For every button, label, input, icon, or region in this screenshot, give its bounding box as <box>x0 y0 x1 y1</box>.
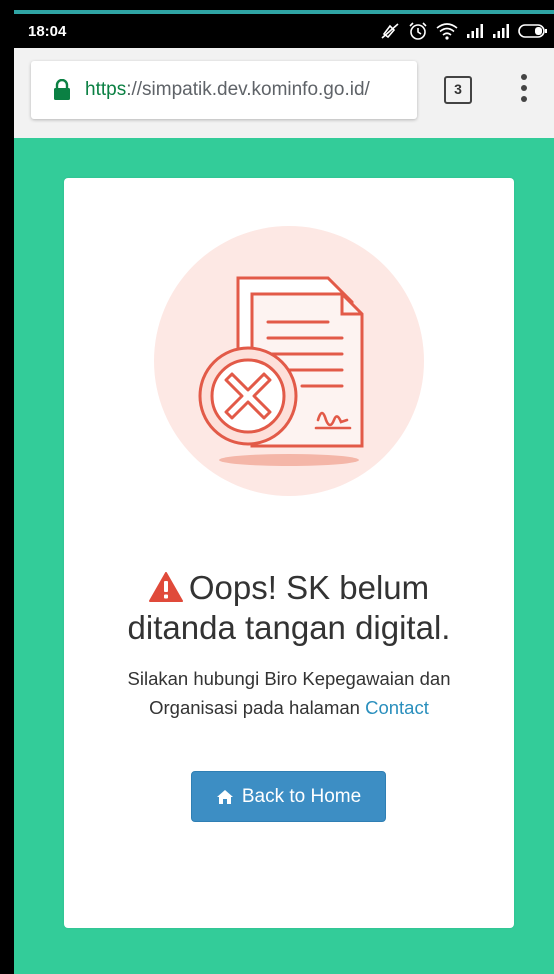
menu-dot-icon <box>521 96 527 102</box>
tab-switcher-button[interactable]: 3 <box>444 76 472 104</box>
status-bar: 18:04 <box>14 14 554 48</box>
url-host: ://simpatik.dev.kominfo.go.id/ <box>126 79 370 100</box>
address-bar[interactable]: https://simpatik.dev.kominfo.go.id/ <box>31 61 417 119</box>
back-to-home-button[interactable]: Back to Home <box>191 771 386 822</box>
phone-screen: 18:04 https://simpatik.dev.kominfo.go.id… <box>14 14 554 974</box>
menu-dot-icon <box>521 74 527 80</box>
error-message: Silakan hubungi Biro Kepegawaian dan Org… <box>84 664 494 722</box>
url-scheme: https <box>85 79 127 100</box>
signal-icon <box>467 24 483 38</box>
lock-icon <box>54 79 70 100</box>
battery-icon <box>518 24 547 38</box>
warning-icon <box>148 572 183 602</box>
error-headline: Oops! SK belum ditanda tangan digital. <box>64 568 514 648</box>
unsigned-document-illustration <box>154 226 424 496</box>
menu-dot-icon <box>521 85 527 91</box>
headline-line-1: Oops! SK belum <box>188 569 430 606</box>
screen-top-border <box>0 0 554 14</box>
status-time: 18:04 <box>28 23 67 40</box>
alarm-icon <box>409 22 427 40</box>
browser-toolbar: https://simpatik.dev.kominfo.go.id/ 3 <box>14 48 554 138</box>
mute-icon <box>381 23 399 39</box>
headline-line-2: ditanda tangan digital. <box>127 609 451 646</box>
error-card: Oops! SK belum ditanda tangan digital. S… <box>64 178 514 928</box>
status-icons <box>380 21 548 41</box>
signal-icon <box>493 24 509 38</box>
url-text[interactable]: https://simpatik.dev.kominfo.go.id/ <box>85 79 370 101</box>
wifi-icon <box>436 23 458 40</box>
page-content: Oops! SK belum ditanda tangan digital. S… <box>14 138 554 974</box>
contact-link[interactable]: Contact <box>365 697 429 718</box>
home-icon <box>216 789 233 804</box>
browser-menu-button[interactable] <box>514 74 534 110</box>
back-to-home-label: Back to Home <box>241 785 362 807</box>
